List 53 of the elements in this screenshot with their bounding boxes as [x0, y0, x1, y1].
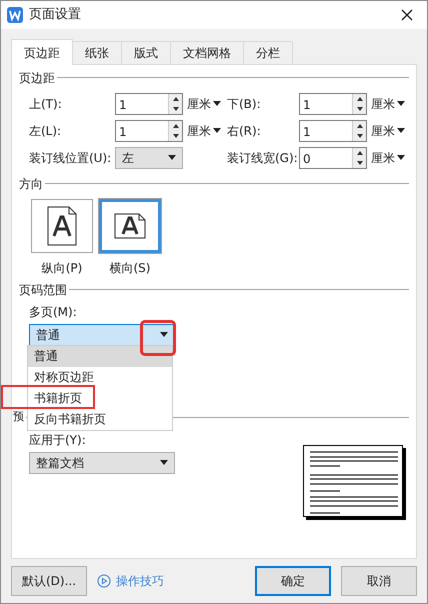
- multi-page-select[interactable]: 普通: [29, 324, 175, 346]
- field-label: 装订线位置(U):: [29, 150, 112, 167]
- default-button[interactable]: 默认(D)...: [11, 566, 88, 596]
- unit-dropdown[interactable]: 厘米: [367, 148, 407, 167]
- spin-field[interactable]: 1: [299, 92, 367, 115]
- apply-select[interactable]: 整篇文档: [29, 452, 175, 474]
- portrait-page-icon: [47, 206, 77, 246]
- dropdown-option[interactable]: 普通: [28, 346, 172, 367]
- app-logo-icon: [7, 6, 23, 23]
- caret-icon: [160, 460, 168, 466]
- field-label: 左(L):: [29, 122, 62, 140]
- orientation-label: 纵向(P): [42, 260, 82, 277]
- field-label: 装订线宽(G):: [227, 150, 299, 167]
- caret-icon: [397, 128, 405, 134]
- field-label: 应用于(Y):: [29, 432, 87, 449]
- ok-button[interactable]: 确定: [255, 566, 331, 596]
- landscape-page-icon: [114, 212, 146, 239]
- spin-field[interactable]: 1: [299, 120, 367, 142]
- orientation-button[interactable]: [99, 198, 161, 253]
- field-label: 右(R):: [227, 122, 262, 140]
- play-icon: [97, 574, 112, 588]
- unit-dropdown[interactable]: 厘米: [183, 94, 227, 113]
- field-label: 上(T):: [29, 96, 63, 113]
- unit-dropdown[interactable]: 厘米: [367, 94, 407, 113]
- caret-icon: [213, 128, 221, 134]
- field-label: 多页(M):: [29, 304, 78, 321]
- dropdown-option[interactable]: 书籍折页: [28, 388, 172, 409]
- tab[interactable]: 分栏: [243, 40, 293, 64]
- field-label: 下(B):: [227, 96, 262, 113]
- spin-field[interactable]: 0: [299, 146, 367, 169]
- caret-icon: [213, 101, 221, 106]
- cancel-button[interactable]: 取消: [341, 566, 417, 596]
- caret-icon: [397, 155, 405, 160]
- unit-dropdown[interactable]: 厘米: [367, 122, 407, 140]
- close-icon[interactable]: [401, 8, 413, 21]
- dropdown-option[interactable]: 反向书籍折页: [28, 408, 172, 430]
- section-title: 页边距: [19, 70, 55, 87]
- section-title: 页码范围: [19, 282, 67, 299]
- window-title: 页面设置: [29, 6, 81, 24]
- spin-field[interactable]: 1: [115, 120, 183, 142]
- select-field[interactable]: 左: [115, 146, 183, 169]
- orientation-label: 横向(S): [110, 260, 150, 277]
- orientation-button[interactable]: [31, 198, 93, 253]
- unit-dropdown[interactable]: 厘米: [183, 122, 227, 140]
- section-title: 方向: [19, 176, 43, 193]
- dropdown-option[interactable]: 对称页边距: [28, 366, 172, 388]
- spin-field[interactable]: 1: [115, 92, 183, 115]
- caret-icon: [168, 155, 176, 160]
- section-title: 预: [13, 409, 24, 426]
- tips-link[interactable]: 操作技巧: [97, 572, 164, 590]
- tab[interactable]: 页边距: [11, 38, 73, 65]
- caret-icon: [160, 332, 168, 338]
- caret-icon: [397, 101, 405, 106]
